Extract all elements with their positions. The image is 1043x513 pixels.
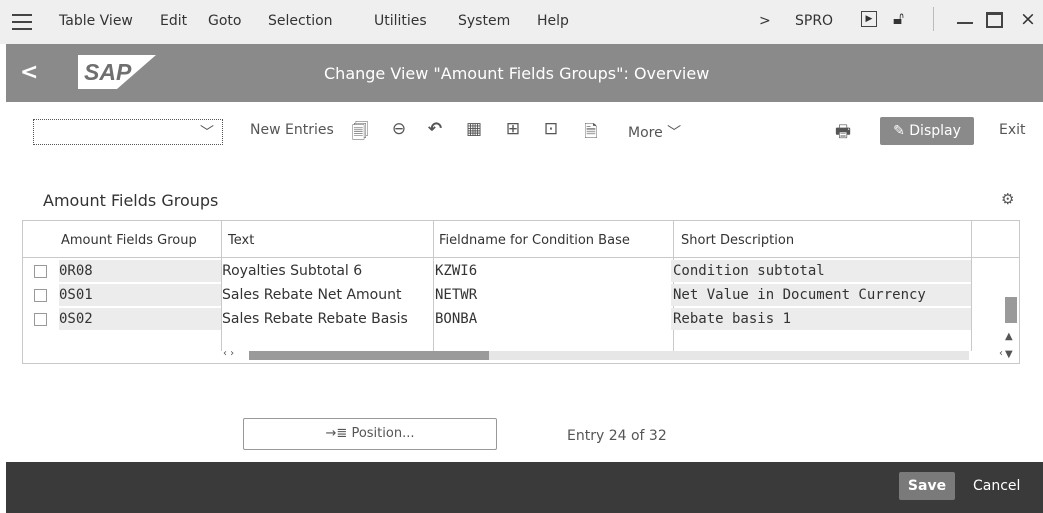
position-icon: →≣ [325,426,352,441]
cell-text[interactable]: Royalties Subtotal 6 [222,263,362,279]
scrollbar-thumb[interactable] [249,351,489,360]
deselect-all-icon[interactable]: ⊡ [540,119,562,141]
select-all-icon[interactable]: ▦ [463,119,485,141]
row-select-checkbox[interactable] [34,313,47,326]
exit-button[interactable]: Exit [999,122,1026,138]
details-icon[interactable]: 🗎 [580,119,602,142]
table-row[interactable]: 0R08 Royalties Subtotal 6 KZWI6 Conditio… [23,260,1003,284]
display-button[interactable]: ✎ Display [880,117,974,145]
content-area: Amount Fields Groups ⚙ Amount Fields Gro… [0,160,1043,462]
unlock-icon[interactable]: 🔓︎ [893,9,904,29]
maximize-icon[interactable] [986,12,1003,28]
scroll-left-right-arrows-icon[interactable]: ‹ › [223,348,234,359]
title-bar: < SAP Change View "Amount Fields Groups"… [6,44,1043,102]
horizontal-scrollbar[interactable]: ‹ › [221,348,971,361]
cell-short-description: Condition subtotal [673,263,825,279]
menu-goto[interactable]: Goto [208,13,241,29]
scroll-arrows-icon[interactable]: ‹ › [999,348,1010,359]
menu-system[interactable]: System [458,13,510,29]
select-block-icon[interactable]: ⊞ [502,119,524,141]
position-button[interactable]: →≣ Position... [243,418,497,450]
cell-fieldname[interactable]: KZWI6 [435,263,477,279]
back-arrow-icon[interactable]: < [20,60,38,85]
menu-table-view[interactable]: Table View [59,13,133,29]
menu-edit[interactable]: Edit [160,13,187,29]
pencil-icon: ✎ [893,123,910,139]
play-icon[interactable]: ▶ [861,11,877,27]
menu-chevron-icon[interactable]: > [759,13,771,29]
copy-icon[interactable]: 🗐 [349,119,371,142]
cell-group: 0R08 [59,263,93,279]
cell-group: 0S02 [59,311,93,327]
table-row[interactable]: 0S02 Sales Rebate Rebate Basis BONBA Reb… [23,308,1003,332]
cancel-button[interactable]: Cancel [973,478,1020,494]
transaction-code: SPRO [795,13,834,29]
column-header-fieldname[interactable]: Fieldname for Condition Base [439,233,630,248]
cell-short-description: Rebate basis 1 [673,311,792,327]
gear-icon[interactable]: ⚙ [1001,190,1014,208]
page-title: Change View "Amount Fields Groups": Over… [324,64,710,83]
save-button[interactable]: Save [899,472,955,500]
footer-bar: Save Cancel [6,462,1043,513]
application-toolbar: ﹀ New Entries 🗐 ⊖ ↶ ▦ ⊞ ⊡ 🗎 More ﹀ 🖶 ✎ D… [6,102,1043,161]
row-select-checkbox[interactable] [34,289,47,302]
cell-text[interactable]: Sales Rebate Net Amount [222,287,401,303]
table: Amount Fields Group Text Fieldname for C… [22,220,1020,364]
menu-help[interactable]: Help [537,13,569,29]
sap-logo: SAP [78,55,156,89]
cell-group: 0S01 [59,287,93,303]
minimize-icon[interactable] [957,22,973,24]
section-title: Amount Fields Groups [43,191,219,210]
delete-icon[interactable]: ⊖ [388,119,410,141]
divider [933,7,934,31]
cell-short-description: Net Value in Document Currency [673,287,926,303]
scrollbar-thumb[interactable] [1005,297,1017,323]
menu-hamburger-icon[interactable] [12,11,32,31]
menu-selection[interactable]: Selection [268,13,333,29]
command-field-dropdown[interactable]: ﹀ [33,119,223,145]
column-header-short-description[interactable]: Short Description [681,233,794,248]
new-entries-button[interactable]: New Entries [250,122,334,138]
row-select-checkbox[interactable] [34,265,47,278]
print-icon[interactable]: 🖶 [832,119,854,142]
column-header-amount-fields-group[interactable]: Amount Fields Group [61,233,197,248]
chevron-down-icon: ﹀ [200,125,214,141]
more-button[interactable]: More ﹀ [628,122,681,142]
scroll-up-icon[interactable]: ▲ [1005,331,1013,342]
table-header: Amount Fields Group Text Fieldname for C… [23,221,1019,258]
close-icon[interactable]: × [1020,8,1036,30]
chevron-down-icon: ﹀ [667,125,682,141]
menu-bar: Table View Edit Goto Selection Utilities… [0,0,1043,44]
menu-utilities[interactable]: Utilities [374,13,427,29]
undo-icon[interactable]: ↶ [424,119,446,141]
table-row[interactable]: 0S01 Sales Rebate Net Amount NETWR Net V… [23,284,1003,308]
column-header-text[interactable]: Text [228,233,254,248]
cell-text[interactable]: Sales Rebate Rebate Basis [222,311,408,327]
cell-fieldname[interactable]: NETWR [435,287,477,303]
cell-fieldname[interactable]: BONBA [435,311,477,327]
entry-info: Entry 24 of 32 [567,428,667,444]
